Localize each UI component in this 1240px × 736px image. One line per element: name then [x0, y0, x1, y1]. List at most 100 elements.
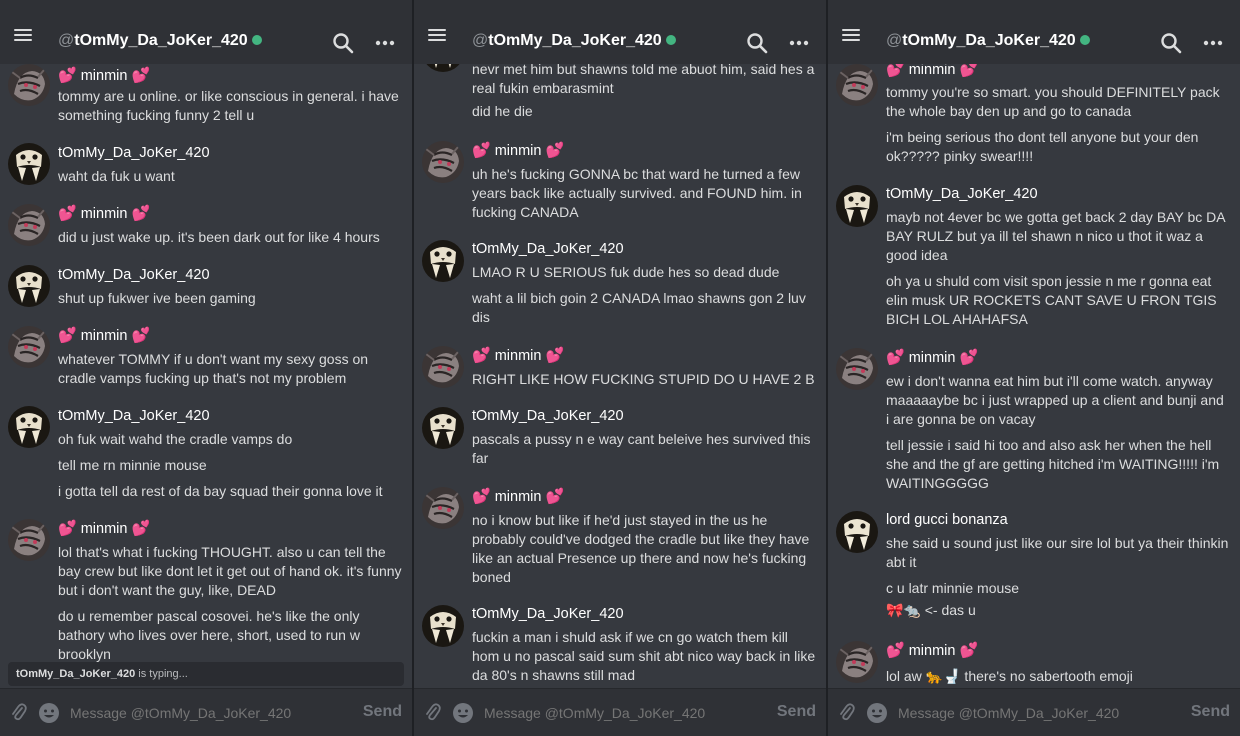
emoji-picker-icon[interactable]: [452, 702, 474, 724]
message-author[interactable]: 💕 minmin 💕: [886, 64, 978, 78]
search-icon[interactable]: [332, 32, 354, 54]
send-button[interactable]: Send: [363, 703, 402, 721]
avatar[interactable]: [836, 348, 878, 390]
chat-screen-3: @tOmMy_Da_JoKer_420 💕 minmin 💕 tommy you…: [828, 0, 1240, 736]
heart-emoji: 💕: [58, 205, 77, 222]
more-options-icon[interactable]: [788, 32, 810, 54]
avatar[interactable]: [422, 407, 464, 449]
message-author[interactable]: 💕 minmin 💕: [58, 326, 150, 344]
message-feed[interactable]: 💕 minmin 💕 tommy you're so smart. you sh…: [828, 64, 1240, 688]
message-composer: Send: [828, 688, 1240, 736]
avatar[interactable]: [8, 326, 50, 368]
dm-username: tOmMy_Da_JoKer_420: [74, 32, 248, 49]
avatar[interactable]: [422, 605, 464, 647]
avatar[interactable]: [836, 64, 878, 106]
avatar[interactable]: [836, 511, 878, 553]
send-button[interactable]: Send: [777, 703, 816, 721]
avatar[interactable]: [8, 204, 50, 246]
message-text: LMAO R U SERIOUS fuk dude hes so dead du…: [472, 264, 780, 280]
message-author[interactable]: tOmMy_Da_JoKer_420: [472, 408, 624, 424]
message-input[interactable]: [70, 705, 310, 721]
message-author[interactable]: 💕 minmin 💕: [58, 204, 150, 222]
message-text: do u remember pascal cosovei. he's like …: [58, 608, 360, 662]
emoji-picker-icon[interactable]: [866, 702, 888, 724]
message-author[interactable]: tOmMy_Da_JoKer_420: [472, 241, 624, 257]
message-text: tommy are u online. or like conscious in…: [58, 88, 399, 123]
message-input[interactable]: [484, 705, 724, 721]
attachment-icon[interactable]: [424, 703, 442, 723]
avatar[interactable]: [422, 240, 464, 282]
message-text: 🎀🐀 <- das u: [886, 602, 976, 618]
typing-indicator: tOmMy_Da_JoKer_420 is typing...: [8, 662, 404, 686]
hamburger-menu-icon[interactable]: [428, 26, 458, 56]
avatar[interactable]: [422, 346, 464, 388]
message-feed[interactable]: 💕 minmin 💕 tommy are u online. or like c…: [0, 64, 412, 688]
heart-emoji: 💕: [58, 327, 77, 344]
message-author[interactable]: 💕 minmin 💕: [472, 487, 564, 505]
heart-emoji: 💕: [472, 347, 491, 364]
message-input[interactable]: [898, 705, 1138, 721]
more-options-icon[interactable]: [1202, 32, 1224, 54]
avatar[interactable]: [8, 64, 50, 106]
heart-emoji: 💕: [959, 642, 979, 659]
message-composer: Send: [414, 688, 826, 736]
heart-emoji: 💕: [886, 642, 905, 659]
message-author[interactable]: 💕 minmin 💕: [472, 141, 564, 159]
avatar[interactable]: [836, 185, 878, 227]
message-author[interactable]: 💕 minmin 💕: [58, 519, 150, 537]
message-text: nevr met him but shawns told me abuot hi…: [472, 64, 815, 96]
avatar[interactable]: [8, 265, 50, 307]
top-bar: @tOmMy_Da_JoKer_420: [414, 0, 826, 64]
search-icon[interactable]: [746, 32, 768, 54]
message-text: did he die: [472, 103, 533, 119]
heart-emoji: 💕: [959, 64, 979, 78]
message-text: pascals a pussy n e way cant beleive hes…: [472, 431, 811, 466]
message-text: did u just wake up. it's been dark out f…: [58, 229, 380, 245]
message-text: uh he's fucking GONNA bc that ward he tu…: [472, 166, 802, 220]
attachment-icon[interactable]: [838, 703, 856, 723]
message-author[interactable]: tOmMy_Da_JoKer_420: [886, 186, 1038, 202]
message-text: ew i don't wanna eat him but i'll come w…: [886, 373, 1224, 427]
message-text: c u latr minnie mouse: [886, 580, 1020, 596]
message-author[interactable]: 💕 minmin 💕: [886, 641, 978, 659]
send-button[interactable]: Send: [1191, 703, 1230, 721]
message-author[interactable]: tOmMy_Da_JoKer_420: [58, 145, 210, 161]
more-options-icon[interactable]: [374, 32, 396, 54]
message-text: i gotta tell da rest of da bay squad the…: [58, 483, 383, 499]
channel-title: @tOmMy_Da_JoKer_420: [886, 32, 1090, 50]
message-author[interactable]: tOmMy_Da_JoKer_420: [58, 408, 210, 424]
online-status-icon: [251, 35, 262, 45]
avatar[interactable]: [836, 641, 878, 683]
message-author[interactable]: tOmMy_Da_JoKer_420: [58, 267, 210, 283]
message-author[interactable]: 💕 minmin 💕: [472, 346, 564, 364]
message-text: shut up fukwer ive been gaming: [58, 290, 256, 306]
heart-emoji: 💕: [131, 205, 151, 222]
message-text: RIGHT LIKE HOW FUCKING STUPID DO U HAVE …: [472, 371, 815, 387]
hamburger-menu-icon[interactable]: [842, 26, 872, 56]
message-author[interactable]: 💕 minmin 💕: [58, 66, 150, 84]
avatar[interactable]: [8, 519, 50, 561]
hamburger-menu-icon[interactable]: [14, 26, 44, 56]
heart-emoji: 💕: [58, 520, 77, 537]
avatar[interactable]: [422, 487, 464, 529]
online-status-icon: [665, 35, 676, 45]
emoji-picker-icon[interactable]: [38, 702, 60, 724]
attachment-icon[interactable]: [10, 703, 28, 723]
heart-emoji: 💕: [472, 488, 491, 505]
heart-emoji: 💕: [959, 349, 979, 366]
avatar[interactable]: [8, 143, 50, 185]
message-text: she said u sound just like our sire lol …: [886, 535, 1229, 570]
avatar[interactable]: [422, 141, 464, 183]
message-text: tell me rn minnie mouse: [58, 457, 207, 473]
message-author[interactable]: lord gucci bonanza: [886, 512, 1008, 528]
message-author[interactable]: tOmMy_Da_JoKer_420: [472, 606, 624, 622]
message-author[interactable]: 💕 minmin 💕: [886, 348, 978, 366]
message-feed[interactable]: nevr met him but shawns told me abuot hi…: [414, 64, 826, 688]
heart-emoji: 💕: [545, 347, 565, 364]
at-sign: @: [886, 32, 903, 49]
message-text: oh ya u shuld com visit spon jessie n me…: [886, 273, 1217, 327]
avatar[interactable]: [8, 406, 50, 448]
search-icon[interactable]: [1160, 32, 1182, 54]
channel-title: @tOmMy_Da_JoKer_420: [58, 32, 262, 50]
avatar[interactable]: [422, 64, 464, 72]
